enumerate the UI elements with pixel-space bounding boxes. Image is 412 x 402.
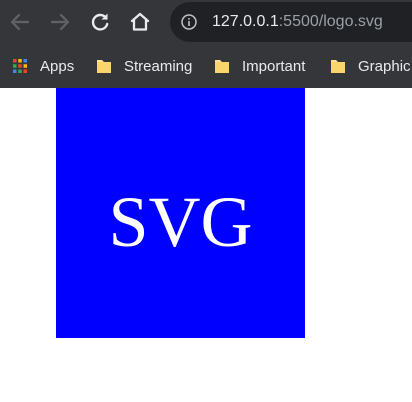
folder-icon — [331, 60, 345, 73]
reload-icon[interactable] — [88, 10, 112, 34]
bookmark-label: Streaming — [124, 57, 193, 75]
back-arrow-icon[interactable] — [8, 10, 32, 34]
bookmark-folder-important[interactable]: Important — [214, 56, 305, 76]
browser-toolbar: 127.0.0.1:5500/logo.svg — [0, 0, 412, 44]
home-icon[interactable] — [128, 10, 152, 34]
forward-arrow-icon[interactable] — [48, 10, 72, 34]
bookmark-folder-streaming[interactable]: Streaming — [96, 56, 192, 76]
url-text[interactable]: 127.0.0.1:5500/logo.svg — [212, 12, 383, 32]
bookmark-label: Graphic — [358, 57, 411, 75]
folder-icon — [97, 60, 111, 73]
apps-grid-icon — [13, 59, 27, 73]
folder-icon — [215, 60, 229, 73]
bookmark-label: Apps — [40, 57, 75, 75]
url-path: :5500/logo.svg — [278, 13, 383, 30]
url-host: 127.0.0.1 — [212, 13, 279, 30]
site-info-icon[interactable] — [181, 14, 197, 30]
address-bar[interactable]: 127.0.0.1:5500/logo.svg — [170, 2, 412, 42]
bookmark-apps[interactable]: Apps — [12, 56, 74, 76]
bookmark-folder-graphic[interactable]: Graphic — [330, 56, 411, 76]
page-content: SVG — [0, 88, 412, 402]
svg-logo: SVG — [56, 88, 305, 338]
bookmark-label: Important — [242, 57, 306, 75]
bookmarks-bar: Apps Streaming Important Graphic — [0, 44, 412, 88]
logo-text: SVG — [108, 182, 252, 262]
